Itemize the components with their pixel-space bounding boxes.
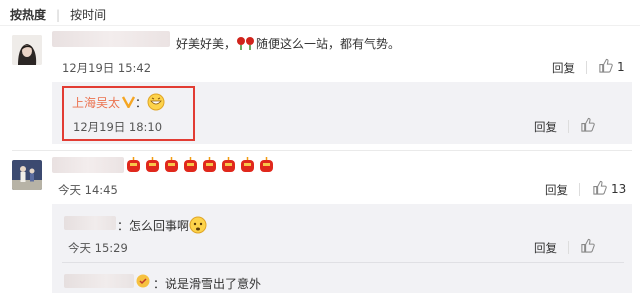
reply-author-line: 上海吴太 ： bbox=[72, 93, 165, 114]
action-separator bbox=[568, 120, 569, 133]
username-blurred[interactable] bbox=[52, 31, 170, 47]
worried-emoji bbox=[189, 216, 207, 237]
divider bbox=[12, 150, 632, 151]
reply-time: 12月19日 18:10 bbox=[73, 120, 163, 134]
thumbs-up-icon bbox=[580, 238, 595, 256]
lantern-emoji-row bbox=[126, 157, 278, 173]
verified-badge-icon bbox=[121, 96, 136, 111]
username-blurred[interactable] bbox=[52, 157, 124, 173]
reply-time: 今天 15:29 bbox=[68, 241, 128, 255]
lantern-emoji bbox=[183, 157, 198, 173]
like-button[interactable]: 13 bbox=[592, 180, 626, 198]
lantern-emoji bbox=[145, 157, 160, 173]
sort-by-time[interactable]: 按时间 bbox=[70, 6, 106, 23]
reply-text: ：说是滑雪出了意外 bbox=[153, 277, 262, 291]
like-count: 13 bbox=[611, 182, 627, 196]
lantern-emoji bbox=[221, 157, 236, 173]
action-separator bbox=[579, 183, 580, 196]
username-blurred[interactable] bbox=[64, 274, 134, 288]
like-button[interactable] bbox=[580, 238, 595, 256]
thumbs-up-icon bbox=[598, 58, 613, 76]
divider bbox=[62, 262, 624, 263]
reply-button[interactable]: 回复 bbox=[552, 60, 575, 76]
reply-button[interactable]: 回复 bbox=[534, 119, 557, 135]
divider bbox=[0, 25, 640, 26]
rose-emoji bbox=[236, 36, 256, 53]
thumbs-up-icon bbox=[580, 117, 595, 135]
like-count: 1 bbox=[617, 60, 625, 74]
comment-time: 12月19日 15:42 bbox=[62, 61, 152, 75]
reply-text: ：怎么回事啊 bbox=[117, 216, 207, 237]
grin-emoji bbox=[147, 93, 165, 114]
action-separator bbox=[568, 241, 569, 254]
username-blurred[interactable] bbox=[64, 216, 116, 230]
reply-author-name[interactable]: 上海吴太 bbox=[72, 96, 120, 110]
lantern-emoji bbox=[126, 157, 141, 173]
sort-bar: 按热度 | 按时间 bbox=[10, 6, 106, 22]
like-button[interactable] bbox=[580, 117, 595, 135]
reply-button[interactable]: 回复 bbox=[545, 182, 568, 198]
badge-icon bbox=[135, 273, 151, 292]
avatar[interactable] bbox=[12, 160, 42, 190]
sort-separator: | bbox=[56, 8, 61, 22]
action-separator bbox=[586, 61, 587, 74]
comment-text: 好美好美， 随便这么一站，都有气势。 bbox=[176, 36, 401, 53]
lantern-emoji bbox=[259, 157, 274, 173]
like-button[interactable]: 1 bbox=[598, 58, 625, 76]
reply-button[interactable]: 回复 bbox=[534, 240, 557, 256]
comment-time: 今天 14:45 bbox=[58, 183, 118, 197]
lantern-emoji bbox=[164, 157, 179, 173]
lantern-emoji bbox=[202, 157, 217, 173]
avatar[interactable] bbox=[12, 35, 42, 65]
sort-by-hot[interactable]: 按热度 bbox=[10, 6, 46, 23]
thumbs-up-icon bbox=[592, 180, 607, 198]
lantern-emoji bbox=[240, 157, 255, 173]
